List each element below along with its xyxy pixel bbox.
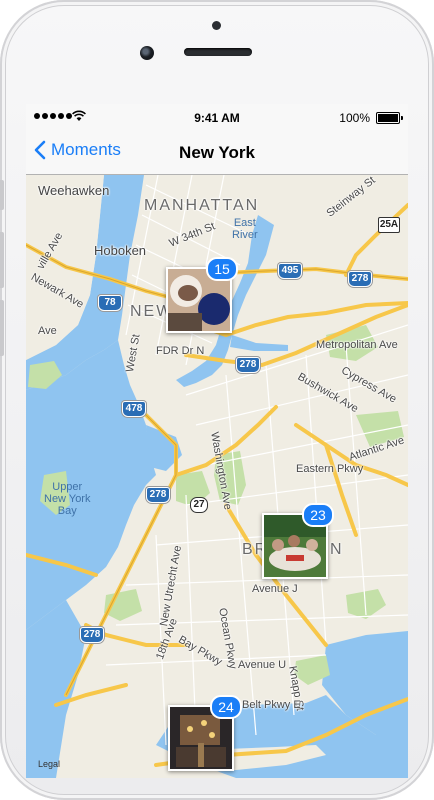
label-upper-bay: Upper New York Bay [44, 481, 91, 517]
label-avenue-j: Avenue J [252, 583, 298, 595]
shield-i478: 478 [122, 401, 146, 417]
label-manhattan: MANHATTAN [144, 197, 260, 214]
label-hoboken: Hoboken [94, 243, 147, 258]
label-east-river: East River [232, 217, 258, 241]
top-sensor [212, 21, 221, 30]
shield-i278-queens: 278 [348, 271, 372, 287]
label-weehawken: Weehawken [38, 183, 110, 198]
label-eastern-pkwy: Eastern Pkwy [296, 463, 364, 475]
photo-count-badge-1[interactable]: 15 [206, 257, 238, 281]
navigation-bar: Moments New York [26, 132, 408, 175]
volume-down-button [0, 300, 4, 356]
status-bar: 9:41 AM 100% [26, 104, 408, 132]
shield-i278-bqe: 278 [236, 357, 260, 373]
label-avenue-u: Avenue U [238, 659, 287, 671]
shield-i495: 495 [278, 263, 302, 279]
shield-route-27: 27 [190, 497, 208, 513]
earpiece-speaker [184, 48, 252, 56]
phone-frame: 9:41 AM 100% Moments New York MANHATTAN … [0, 0, 434, 800]
photo-count-badge-3[interactable]: 24 [210, 695, 242, 719]
shield-route-25a: 25A [378, 217, 400, 233]
front-camera [140, 46, 154, 60]
legal-link[interactable]: Legal [38, 759, 60, 769]
screen: 9:41 AM 100% Moments New York MANHATTAN … [26, 104, 408, 778]
battery-icon [376, 112, 403, 124]
label-ave-left: Ave [38, 325, 57, 337]
map-view[interactable]: MANHATTAN NEW BR N Weehawken Hoboken W 3… [26, 174, 408, 778]
shield-i278-verrazano: 278 [80, 627, 104, 643]
shield-i278-gowanus: 278 [146, 487, 170, 503]
label-brooklyn-part2: N [330, 541, 344, 558]
label-fdr: FDR Dr N [156, 345, 205, 357]
label-belt-pkwy: Belt Pkwy E [242, 699, 301, 711]
label-metropolitan: Metropolitan Ave [316, 339, 398, 351]
page-title: New York [179, 143, 255, 162]
battery-percent: 100% [339, 111, 370, 125]
photo-count-badge-2[interactable]: 23 [302, 503, 334, 527]
shield-i78: 78 [98, 295, 122, 311]
mute-switch [0, 180, 4, 210]
volume-up-button [0, 232, 4, 288]
